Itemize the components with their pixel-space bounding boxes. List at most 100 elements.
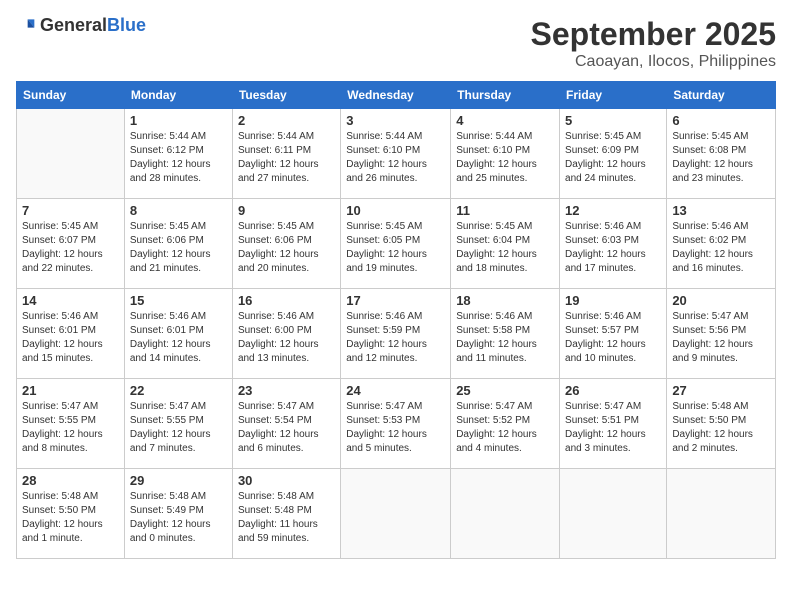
week-row-3: 14Sunrise: 5:46 AM Sunset: 6:01 PM Dayli… — [17, 289, 776, 379]
day-cell: 11 Sunrise: 5:45 AM Sunset: 6:04 PM Dayli… — [451, 199, 560, 289]
day-cell: 26 Sunrise: 5:47 AM Sunset: 5:51 PM Dayli… — [560, 379, 667, 469]
day-cell: 19 Sunrise: 5:46 AM Sunset: 5:57 PM Dayli… — [560, 289, 667, 379]
day-info: Sunrise: 5:47 AM Sunset: 5:51 PM Dayligh… — [565, 400, 661, 456]
day-info: Sunrise: 5:46 AM Sunset: 6:01 PM Dayligh… — [130, 310, 227, 366]
day-info: Sunrise: 5:48 AM Sunset: 5:50 PM Dayligh… — [22, 490, 119, 546]
week-row-4: 21 Sunrise: 5:47 AM Sunset: 5:55 PM Dayli… — [17, 379, 776, 469]
header-tuesday: Tuesday — [232, 82, 340, 109]
day-number: 29 — [130, 473, 227, 488]
day-cell: 1 Sunrise: 5:44 AM Sunset: 6:12 PM Daylig… — [124, 109, 232, 199]
day-cell: 5 Sunrise: 5:45 AM Sunset: 6:09 PM Daylig… — [560, 109, 667, 199]
title-block: September 2025 Caoayan, Ilocos, Philippi… — [531, 16, 776, 71]
day-number: 19 — [565, 293, 661, 308]
day-info: Sunrise: 5:45 AM Sunset: 6:09 PM Dayligh… — [565, 130, 661, 186]
day-number: 12 — [565, 203, 661, 218]
day-number: 2 — [238, 113, 335, 128]
header-friday: Friday — [560, 82, 667, 109]
day-number: 5 — [565, 113, 661, 128]
day-info: Sunrise: 5:45 AM Sunset: 6:07 PM Dayligh… — [22, 220, 119, 276]
header-thursday: Thursday — [451, 82, 560, 109]
day-cell — [17, 109, 125, 199]
day-cell: 13 Sunrise: 5:46 AM Sunset: 6:02 PM Dayli… — [667, 199, 776, 289]
day-cell: 8 Sunrise: 5:45 AM Sunset: 6:06 PM Daylig… — [124, 199, 232, 289]
day-cell: 9 Sunrise: 5:45 AM Sunset: 6:06 PM Daylig… — [232, 199, 340, 289]
day-number: 10 — [346, 203, 445, 218]
day-cell: 20 Sunrise: 5:47 AM Sunset: 5:56 PM Dayli… — [667, 289, 776, 379]
day-info: Sunrise: 5:47 AM Sunset: 5:56 PM Dayligh… — [672, 310, 770, 366]
day-cell — [667, 469, 776, 559]
day-cell — [341, 469, 451, 559]
day-info: Sunrise: 5:47 AM Sunset: 5:54 PM Dayligh… — [238, 400, 335, 456]
header-saturday: Saturday — [667, 82, 776, 109]
day-number: 27 — [672, 383, 770, 398]
day-info: Sunrise: 5:44 AM Sunset: 6:11 PM Dayligh… — [238, 130, 335, 186]
week-row-5: 28Sunrise: 5:48 AM Sunset: 5:50 PM Dayli… — [17, 469, 776, 559]
day-number: 7 — [22, 203, 119, 218]
day-cell: 7 Sunrise: 5:45 AM Sunset: 6:07 PM Daylig… — [17, 199, 125, 289]
day-info: Sunrise: 5:45 AM Sunset: 6:08 PM Dayligh… — [672, 130, 770, 186]
day-info: Sunrise: 5:46 AM Sunset: 6:02 PM Dayligh… — [672, 220, 770, 276]
day-cell: 14Sunrise: 5:46 AM Sunset: 6:01 PM Dayli… — [17, 289, 125, 379]
page-header: GeneralBlue September 2025 Caoayan, Iloc… — [16, 16, 776, 71]
day-info: Sunrise: 5:47 AM Sunset: 5:53 PM Dayligh… — [346, 400, 445, 456]
day-number: 16 — [238, 293, 335, 308]
day-info: Sunrise: 5:48 AM Sunset: 5:48 PM Dayligh… — [238, 490, 335, 546]
day-info: Sunrise: 5:46 AM Sunset: 6:03 PM Dayligh… — [565, 220, 661, 276]
day-cell: 17 Sunrise: 5:46 AM Sunset: 5:59 PM Dayli… — [341, 289, 451, 379]
day-number: 18 — [456, 293, 554, 308]
week-row-2: 7 Sunrise: 5:45 AM Sunset: 6:07 PM Daylig… — [17, 199, 776, 289]
day-number: 13 — [672, 203, 770, 218]
day-number: 24 — [346, 383, 445, 398]
day-number: 11 — [456, 203, 554, 218]
day-number: 9 — [238, 203, 335, 218]
day-number: 23 — [238, 383, 335, 398]
day-info: Sunrise: 5:44 AM Sunset: 6:10 PM Dayligh… — [456, 130, 554, 186]
day-number: 3 — [346, 113, 445, 128]
day-info: Sunrise: 5:46 AM Sunset: 5:59 PM Dayligh… — [346, 310, 445, 366]
day-cell: 2 Sunrise: 5:44 AM Sunset: 6:11 PM Daylig… — [232, 109, 340, 199]
day-cell: 23 Sunrise: 5:47 AM Sunset: 5:54 PM Dayli… — [232, 379, 340, 469]
day-info: Sunrise: 5:45 AM Sunset: 6:04 PM Dayligh… — [456, 220, 554, 276]
day-cell: 27 Sunrise: 5:48 AM Sunset: 5:50 PM Dayli… — [667, 379, 776, 469]
day-info: Sunrise: 5:45 AM Sunset: 6:05 PM Dayligh… — [346, 220, 445, 276]
day-number: 6 — [672, 113, 770, 128]
day-cell: 4Sunrise: 5:44 AM Sunset: 6:10 PM Daylig… — [451, 109, 560, 199]
header-monday: Monday — [124, 82, 232, 109]
logo-icon — [16, 16, 36, 36]
week-row-1: 1 Sunrise: 5:44 AM Sunset: 6:12 PM Daylig… — [17, 109, 776, 199]
day-info: Sunrise: 5:46 AM Sunset: 6:00 PM Dayligh… — [238, 310, 335, 366]
day-cell — [560, 469, 667, 559]
month-title: September 2025 — [531, 16, 776, 53]
day-cell: 16 Sunrise: 5:46 AM Sunset: 6:00 PM Dayli… — [232, 289, 340, 379]
day-info: Sunrise: 5:44 AM Sunset: 6:12 PM Dayligh… — [130, 130, 227, 186]
day-number: 1 — [130, 113, 227, 128]
day-cell: 21Sunrise: 5:47 AM Sunset: 5:55 PM Dayli… — [17, 379, 125, 469]
day-number: 8 — [130, 203, 227, 218]
day-info: Sunrise: 5:48 AM Sunset: 5:50 PM Dayligh… — [672, 400, 770, 456]
day-number: 20 — [672, 293, 770, 308]
day-cell: 6 Sunrise: 5:45 AM Sunset: 6:08 PM Daylig… — [667, 109, 776, 199]
day-cell: 10 Sunrise: 5:45 AM Sunset: 6:05 PM Dayli… — [341, 199, 451, 289]
day-info: Sunrise: 5:44 AM Sunset: 6:10 PM Dayligh… — [346, 130, 445, 186]
day-number: 25 — [456, 383, 554, 398]
day-info: Sunrise: 5:47 AM Sunset: 5:55 PM Dayligh… — [130, 400, 227, 456]
logo: GeneralBlue — [16, 16, 146, 36]
day-cell: 12 Sunrise: 5:46 AM Sunset: 6:03 PM Dayli… — [560, 199, 667, 289]
calendar-header-row: SundayMondayTuesdayWednesdayThursdayFrid… — [17, 82, 776, 109]
day-info: Sunrise: 5:46 AM Sunset: 5:57 PM Dayligh… — [565, 310, 661, 366]
day-cell: 3 Sunrise: 5:44 AM Sunset: 6:10 PM Daylig… — [341, 109, 451, 199]
day-cell: 24 Sunrise: 5:47 AM Sunset: 5:53 PM Dayli… — [341, 379, 451, 469]
day-cell — [451, 469, 560, 559]
day-cell: 15 Sunrise: 5:46 AM Sunset: 6:01 PM Dayli… — [124, 289, 232, 379]
day-info: Sunrise: 5:45 AM Sunset: 6:06 PM Dayligh… — [130, 220, 227, 276]
day-info: Sunrise: 5:48 AM Sunset: 5:49 PM Dayligh… — [130, 490, 227, 546]
day-cell: 18Sunrise: 5:46 AM Sunset: 5:58 PM Dayli… — [451, 289, 560, 379]
day-info: Sunrise: 5:45 AM Sunset: 6:06 PM Dayligh… — [238, 220, 335, 276]
day-number: 26 — [565, 383, 661, 398]
calendar-table: SundayMondayTuesdayWednesdayThursdayFrid… — [16, 81, 776, 559]
day-number: 21 — [22, 383, 119, 398]
day-cell: 25Sunrise: 5:47 AM Sunset: 5:52 PM Dayli… — [451, 379, 560, 469]
day-cell: 29 Sunrise: 5:48 AM Sunset: 5:49 PM Dayli… — [124, 469, 232, 559]
day-number: 17 — [346, 293, 445, 308]
day-number: 15 — [130, 293, 227, 308]
